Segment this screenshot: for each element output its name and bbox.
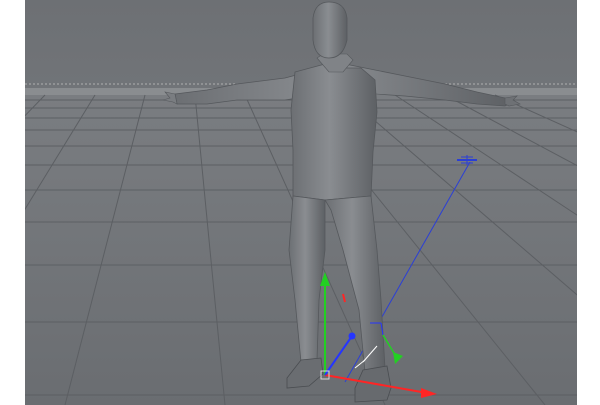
viewport-scene[interactable] xyxy=(25,0,577,405)
3d-viewport[interactable] xyxy=(25,0,577,405)
gizmo-z-handle[interactable] xyxy=(348,332,356,340)
model-torso xyxy=(290,63,378,201)
model-head xyxy=(312,1,348,59)
